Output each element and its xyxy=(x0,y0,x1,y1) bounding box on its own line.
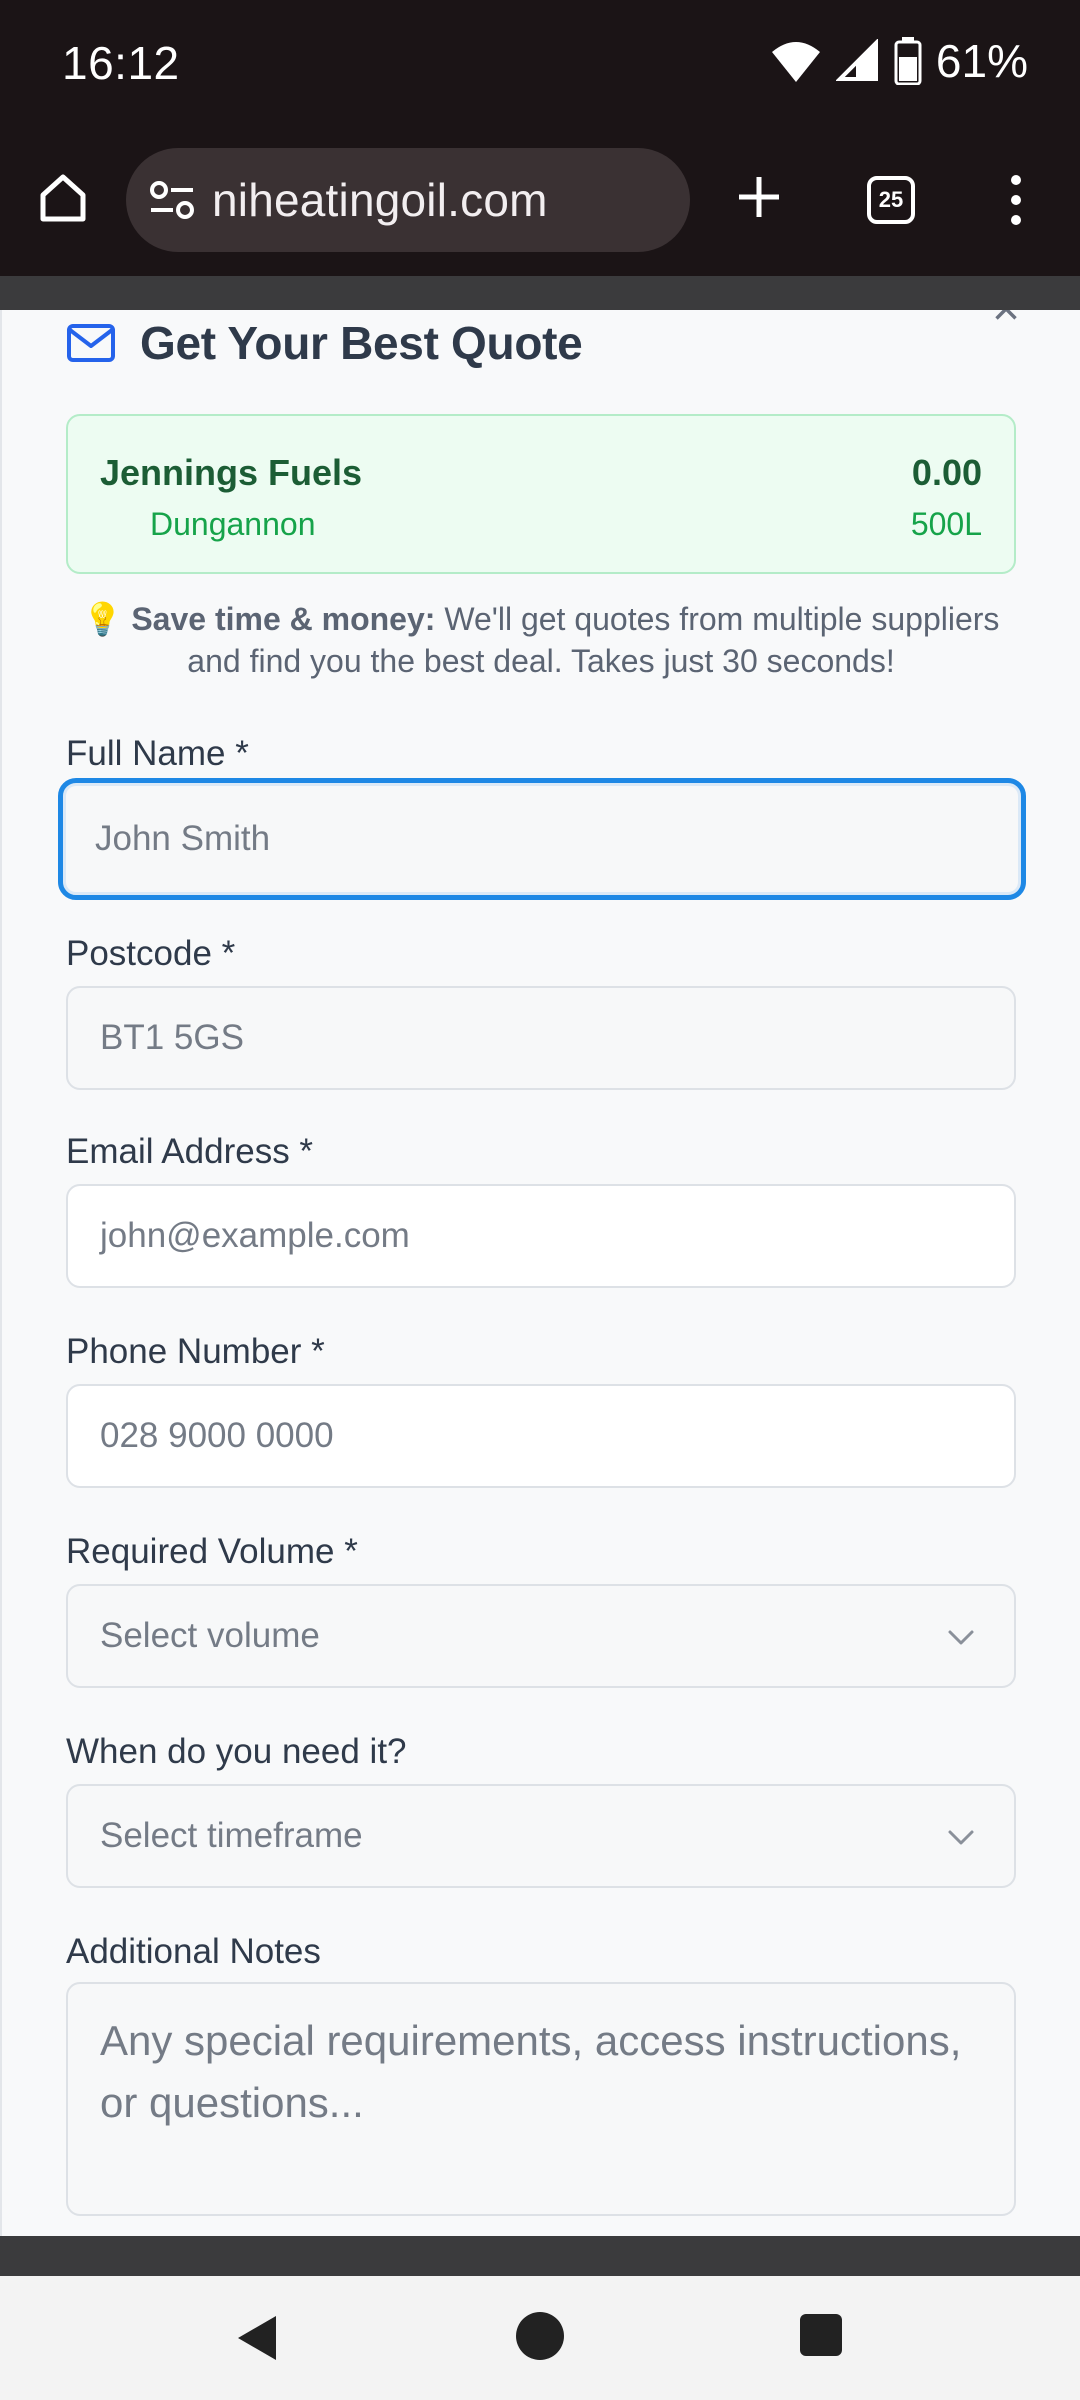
email-placeholder: john@example.com xyxy=(100,1216,410,1255)
page-backdrop-bottom xyxy=(0,2236,1080,2276)
phone-placeholder: 028 9000 0000 xyxy=(100,1416,334,1455)
notes-textarea[interactable]: Any special requirements, access instruc… xyxy=(66,1982,1016,2216)
close-button[interactable]: × xyxy=(980,310,1032,336)
postcode-label: Postcode * xyxy=(66,934,236,973)
postcode-placeholder: BT1 5GS xyxy=(100,1018,244,1057)
status-bar: 16:12 61% xyxy=(0,0,1080,126)
plus-icon xyxy=(739,177,779,217)
chevron-down-icon xyxy=(948,1630,974,1645)
email-label: Email Address * xyxy=(66,1132,314,1171)
more-vert-icon xyxy=(1011,175,1021,225)
home-nav-icon[interactable] xyxy=(516,2312,564,2360)
signal-icon xyxy=(835,39,878,81)
timeframe-select[interactable]: Select timeframe xyxy=(66,1784,1016,1888)
volume-label: Required Volume * xyxy=(66,1532,358,1571)
tip-text: 💡 Save time & money: We'll get quotes fr… xyxy=(66,598,1016,682)
wifi-icon xyxy=(771,42,820,82)
new-tab-button[interactable] xyxy=(726,164,792,230)
recents-icon[interactable] xyxy=(800,2314,842,2356)
supplier-card: Jennings Fuels Dungannon 0.00 500L xyxy=(66,414,1016,574)
modal-title: Get Your Best Quote xyxy=(140,317,583,369)
battery-icon xyxy=(894,37,922,85)
address-bar[interactable]: niheatingoil.com xyxy=(126,148,690,252)
overflow-menu-button[interactable] xyxy=(990,164,1042,236)
status-time: 16:12 xyxy=(62,37,180,89)
site-settings-icon[interactable] xyxy=(144,172,200,228)
notes-placeholder: Any special requirements, access instruc… xyxy=(100,2017,962,2126)
tab-count: 25 xyxy=(867,176,915,224)
supplier-price: 0.00 xyxy=(911,452,982,493)
battery-percent: 61% xyxy=(935,35,1028,87)
full-name-label: Full Name * xyxy=(66,734,249,773)
modal-header: Get Your Best Quote xyxy=(66,310,583,376)
quote-modal: × Get Your Best Quote Jennings Fuels Dun… xyxy=(0,310,1080,2236)
supplier-name: Jennings Fuels xyxy=(100,452,363,493)
back-icon[interactable] xyxy=(232,2312,284,2364)
full-name-placeholder: John Smith xyxy=(95,819,271,858)
tab-switcher-button[interactable]: 25 xyxy=(855,164,927,236)
supplier-location: Dungannon xyxy=(150,506,316,542)
supplier-volume: 500L xyxy=(910,506,982,542)
timeframe-label: When do you need it? xyxy=(66,1732,407,1771)
postcode-input[interactable]: BT1 5GS xyxy=(66,986,1016,1090)
chevron-down-icon xyxy=(948,1830,974,1845)
tip-bold: Save time & money: xyxy=(131,601,436,637)
url-text: niheatingoil.com xyxy=(212,174,548,226)
lightbulb-icon: 💡 xyxy=(82,601,123,637)
timeframe-placeholder: Select timeframe xyxy=(100,1816,363,1855)
notes-label: Additional Notes xyxy=(66,1932,321,1971)
status-icons: 61% xyxy=(770,34,1028,88)
email-input[interactable]: john@example.com xyxy=(66,1184,1016,1288)
full-name-input[interactable]: John Smith xyxy=(58,778,1026,900)
home-button[interactable] xyxy=(30,164,96,230)
volume-select[interactable]: Select volume xyxy=(66,1584,1016,1688)
phone-input[interactable]: 028 9000 0000 xyxy=(66,1384,1016,1488)
browser-toolbar: niheatingoil.com 25 xyxy=(0,126,1080,276)
mail-icon xyxy=(67,324,115,362)
home-icon xyxy=(40,174,86,222)
volume-placeholder: Select volume xyxy=(100,1616,320,1655)
system-nav-bar xyxy=(0,2276,1080,2400)
phone-label: Phone Number * xyxy=(66,1332,325,1371)
